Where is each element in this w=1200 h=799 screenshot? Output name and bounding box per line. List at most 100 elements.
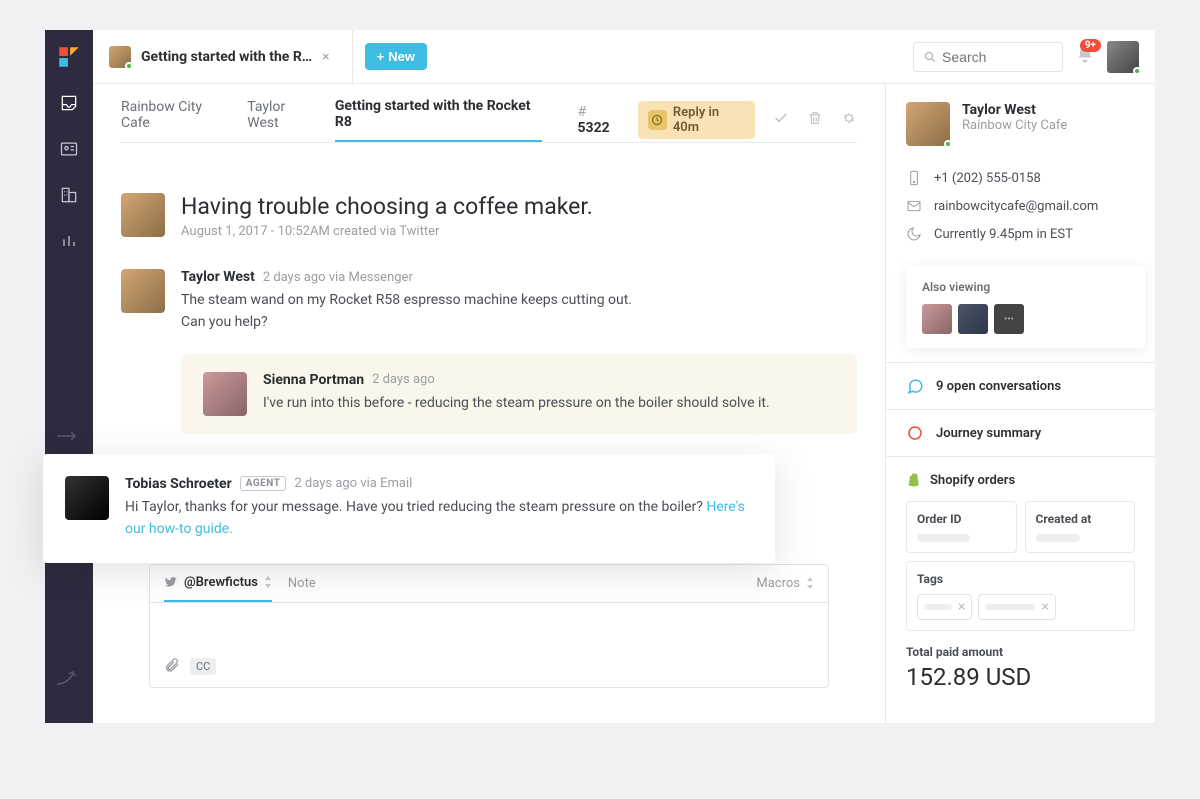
- phone-icon: [906, 170, 922, 186]
- journey-section[interactable]: Journey summary: [886, 409, 1155, 456]
- decorative-arrow-icon: [57, 430, 81, 442]
- shopify-icon: [906, 471, 922, 489]
- new-button[interactable]: + New: [365, 43, 427, 70]
- composer-textarea[interactable]: [150, 603, 828, 647]
- note-author: Sienna Portman: [263, 372, 364, 388]
- customer-avatar: [906, 102, 950, 146]
- profile-avatar[interactable]: [1107, 41, 1139, 73]
- reports-icon[interactable]: [56, 228, 82, 254]
- customer-phone: +1 (202) 555-0158: [934, 171, 1041, 186]
- shopify-tags-label: Tags: [917, 572, 1124, 586]
- trash-icon[interactable]: [807, 110, 823, 130]
- thread-avatar: [121, 193, 165, 237]
- also-viewing-title: Also viewing: [922, 280, 1129, 294]
- viewer-more[interactable]: •••: [994, 304, 1024, 334]
- customer-phone-row: +1 (202) 555-0158: [906, 164, 1135, 192]
- total-paid-label: Total paid amount: [906, 645, 1135, 659]
- tab-avatar: [109, 46, 131, 68]
- shopify-created-label: Created at: [1036, 512, 1125, 526]
- customer-panel: Taylor West Rainbow City Cafe +1 (202) 5…: [885, 84, 1155, 723]
- breadcrumb-ticket[interactable]: Getting started with the Rocket R8: [335, 98, 542, 142]
- message-avatar: [121, 269, 165, 313]
- close-tab-icon[interactable]: ×: [322, 49, 329, 65]
- breadcrumb-person[interactable]: Taylor West: [247, 99, 317, 141]
- composer-handle: @Brewfictus: [184, 575, 258, 590]
- customer-email-row: rainbowcitycafe@gmail.com: [906, 192, 1135, 220]
- journey-label: Journey summary: [936, 426, 1041, 441]
- reply-author: Tobias Schroeter: [125, 476, 232, 492]
- shopify-tag[interactable]: ×: [978, 594, 1055, 620]
- search-icon: [924, 50, 936, 64]
- total-paid-amount: 152.89 USD: [906, 663, 1135, 691]
- also-viewing-card: Also viewing •••: [906, 266, 1145, 348]
- message-meta: 2 days ago via Messenger: [263, 270, 413, 285]
- topbar: Getting started with the R… × + New 9+: [93, 30, 1155, 84]
- open-conversations-label: 9 open conversations: [936, 379, 1061, 394]
- internal-note: Sienna Portman 2 days ago I've run into …: [181, 354, 857, 434]
- message: Taylor West 2 days ago via Messenger The…: [121, 269, 857, 334]
- shopify-order-id-label: Order ID: [917, 512, 1006, 526]
- inbox-icon[interactable]: [56, 90, 82, 116]
- reply-text: Hi Taylor, thanks for your message. Have…: [125, 496, 753, 541]
- active-tab[interactable]: Getting started with the R… ×: [109, 30, 353, 83]
- search-input-wrap[interactable]: [913, 42, 1063, 72]
- sidebar: [45, 30, 93, 723]
- shopify-tag[interactable]: ×: [917, 594, 972, 620]
- decorative-arrow-icon: [57, 670, 81, 686]
- reply-timer-label: Reply in 40m: [673, 105, 745, 135]
- message-author: Taylor West: [181, 269, 255, 285]
- new-button-label: New: [388, 49, 415, 64]
- chat-icon: [906, 377, 924, 395]
- shopify-section: Shopify orders Order ID Created at: [886, 456, 1155, 705]
- app-logo: [56, 44, 82, 70]
- macros-label: Macros: [756, 576, 800, 591]
- thread-title: Having trouble choosing a coffee maker.: [181, 193, 593, 220]
- reply-avatar: [65, 476, 109, 520]
- reply-meta: 2 days ago via Email: [294, 476, 412, 491]
- shopify-tags-cell: Tags × ×: [906, 561, 1135, 631]
- composer-tab-note[interactable]: Note: [288, 566, 316, 601]
- attachment-icon[interactable]: [164, 657, 180, 677]
- note-avatar: [203, 372, 247, 416]
- breadcrumb-org[interactable]: Rainbow City Cafe: [121, 99, 229, 141]
- notifications-button[interactable]: 9+: [1075, 45, 1095, 69]
- message-text: The steam wand on my Rocket R58 espresso…: [181, 289, 857, 334]
- viewer-avatar[interactable]: [922, 304, 952, 334]
- contact-card-icon[interactable]: [56, 136, 82, 162]
- customer-name: Taylor West: [962, 102, 1067, 118]
- composer-tab-twitter[interactable]: @Brewfictus: [164, 565, 272, 602]
- ticket-id: # 5322: [578, 104, 620, 136]
- thread-meta: August 1, 2017 - 10:52AM created via Twi…: [181, 224, 593, 239]
- email-icon: [906, 198, 922, 214]
- viewer-avatar[interactable]: [958, 304, 988, 334]
- agent-badge: AGENT: [240, 476, 287, 491]
- tab-title: Getting started with the R…: [141, 49, 312, 65]
- twitter-icon: [164, 575, 178, 589]
- composer: @Brewfictus Note Macros: [149, 564, 829, 688]
- thread: Having trouble choosing a coffee maker. …: [93, 143, 885, 688]
- agent-reply-card: Tobias Schroeter AGENT 2 days ago via Em…: [43, 454, 775, 563]
- customer-time: Currently 9.45pm in EST: [934, 227, 1073, 242]
- gear-icon[interactable]: [841, 110, 857, 130]
- shopify-created-cell: Created at: [1025, 501, 1136, 553]
- sort-icon: [264, 576, 272, 588]
- open-conversations-section[interactable]: 9 open conversations: [886, 362, 1155, 409]
- note-text: I've run into this before - reducing the…: [263, 392, 835, 414]
- plus-icon: +: [377, 49, 385, 64]
- breadcrumb-row: Rainbow City Cafe Taylor West Getting st…: [93, 84, 885, 142]
- cc-chip[interactable]: CC: [190, 658, 216, 675]
- organization-icon[interactable]: [56, 182, 82, 208]
- search-input[interactable]: [942, 49, 1052, 65]
- check-icon[interactable]: [773, 110, 789, 130]
- macros-button[interactable]: Macros: [756, 566, 814, 601]
- note-meta: 2 days ago: [372, 372, 435, 387]
- customer-time-row: Currently 9.45pm in EST: [906, 220, 1135, 248]
- clock-icon: [648, 110, 667, 130]
- customer-company: Rainbow City Cafe: [962, 118, 1067, 133]
- customer-email: rainbowcitycafe@gmail.com: [934, 199, 1098, 214]
- sort-icon: [806, 577, 814, 589]
- shopify-order-id-cell: Order ID: [906, 501, 1017, 553]
- circle-icon: [906, 424, 924, 442]
- reply-timer[interactable]: Reply in 40m: [638, 101, 755, 139]
- notification-badge: 9+: [1080, 39, 1101, 52]
